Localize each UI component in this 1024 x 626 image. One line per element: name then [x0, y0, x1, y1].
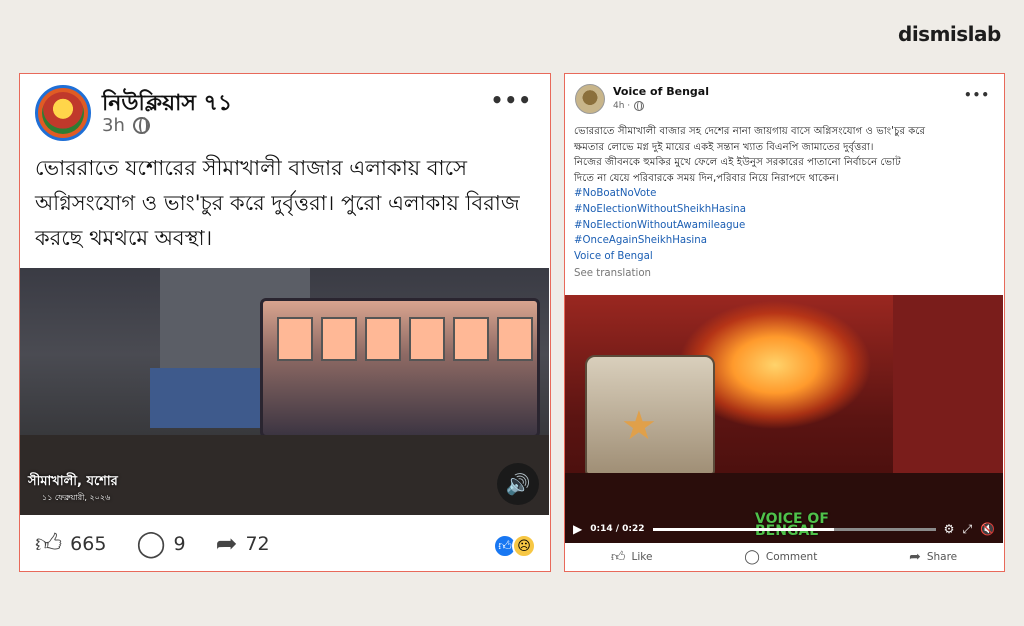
post-meta: 3h — [102, 115, 150, 136]
page-avatar[interactable] — [35, 85, 91, 141]
mute-icon[interactable]: 🔇 — [980, 522, 995, 536]
sad-reaction-icon: ☹ — [512, 534, 536, 558]
like-button[interactable]: 👍︎ Like — [611, 548, 653, 565]
reaction-summary[interactable]: 👍︎ ☹ — [493, 534, 536, 558]
hashtag-link[interactable]: #NoBoatNoVote — [574, 186, 999, 202]
share-button[interactable]: ➦ Share — [909, 549, 957, 565]
settings-gear-icon[interactable]: ⚙ — [944, 522, 955, 536]
post-video[interactable]: সীমাখালী, যশোর ১১ ফেব্রুয়ারী, ২০২৬ 🔊 — [20, 268, 549, 515]
share-button[interactable]: ➦ 72 — [216, 529, 270, 559]
share-icon: ➦ — [909, 548, 921, 565]
page-name[interactable]: Voice of Bengal — [613, 85, 709, 98]
video-controls: ▶ 0:14 / 0:22 ⚙ ⤢ 🔇 — [565, 515, 1003, 543]
page-avatar[interactable] — [575, 84, 605, 114]
text-line: ক্ষমতার লোভে মগ্ন দুই মায়ের একই সন্তান … — [574, 141, 874, 153]
comment-button[interactable]: ◯ 9 — [136, 529, 185, 559]
share-icon: ➦ — [215, 528, 238, 559]
action-bar: 👍︎ Like ◯ Comment ➦ Share — [565, 548, 1003, 566]
text-line: ভোররাতে সীমাখালী বাজার সহ দেশের নানা জায… — [574, 126, 926, 137]
comment-label: Comment — [765, 550, 818, 563]
speaker-icon[interactable]: 🔊 — [497, 463, 539, 505]
like-label: Like — [631, 550, 653, 563]
video-location-caption: সীমাখালী, যশোর — [28, 474, 118, 489]
more-options-button[interactable]: ••• — [964, 88, 990, 102]
comment-button[interactable]: ◯ Comment — [744, 549, 817, 565]
left-facebook-post: নিউক্লিয়াস ৭১ 3h ••• ভোররাতে যশোরের সীম… — [19, 73, 551, 572]
video-progress-bar[interactable] — [652, 527, 936, 531]
comment-icon: ◯ — [744, 548, 760, 565]
like-button[interactable]: 👍︎ 665 — [35, 528, 106, 559]
more-options-button[interactable]: ••• — [491, 88, 532, 112]
share-count: 72 — [245, 532, 270, 555]
post-text: ভোররাতে সীমাখালী বাজার সহ দেশের নানা জায… — [574, 124, 999, 282]
comment-icon: ◯ — [136, 528, 166, 559]
post-video[interactable]: ★ VOICE OF BENGAL ▶ 0:14 / 0:22 ⚙ ⤢ 🔇 — [565, 295, 1003, 543]
post-time[interactable]: 4h · — [613, 101, 630, 111]
dismislab-logo: dismislab — [898, 22, 1001, 46]
share-label: Share — [926, 550, 958, 563]
hashtag-link[interactable]: #OnceAgainSheikhHasina — [574, 233, 999, 249]
text-line: দিতে না যেয়ে পরিবারকে সময় দিন,পরিবার ন… — [574, 172, 840, 184]
hashtag-link[interactable]: #NoElectionWithoutSheikhHasina — [574, 202, 999, 218]
comment-count: 9 — [173, 532, 186, 555]
video-date-caption: ১১ ফেব্রুয়ারী, ২০২৬ — [42, 493, 111, 502]
fullscreen-icon[interactable]: ⤢ — [962, 522, 972, 537]
video-time: 0:14 / 0:22 — [590, 524, 645, 534]
play-icon[interactable]: ▶ — [573, 522, 582, 536]
post-meta: 4h · — [613, 101, 645, 111]
post-text: ভোররাতে যশোরের সীমাখালী বাজার এলাকায় বা… — [35, 156, 520, 250]
globe-icon — [634, 101, 645, 111]
thumbs-up-icon: 👍︎ — [610, 549, 626, 565]
text-line: নিজের জীবনকে হুমকির মুখে ফেলে এই ইউনুস স… — [574, 157, 901, 169]
like-count: 665 — [70, 532, 107, 555]
hashtag-link[interactable]: #NoElectionWithoutAwamileague — [574, 218, 999, 234]
globe-icon — [132, 117, 150, 134]
post-time[interactable]: 3h — [102, 115, 125, 136]
engagement-bar: 👍︎ 665 ◯ 9 ➦ 72 — [35, 528, 270, 560]
see-translation-link[interactable]: See translation — [574, 266, 999, 282]
right-facebook-post: Voice of Bengal 4h · ••• ভোররাতে সীমাখাল… — [564, 73, 1005, 572]
thumbs-up-icon: 👍︎ — [35, 529, 63, 559]
signature-link[interactable]: Voice of Bengal — [574, 249, 999, 265]
